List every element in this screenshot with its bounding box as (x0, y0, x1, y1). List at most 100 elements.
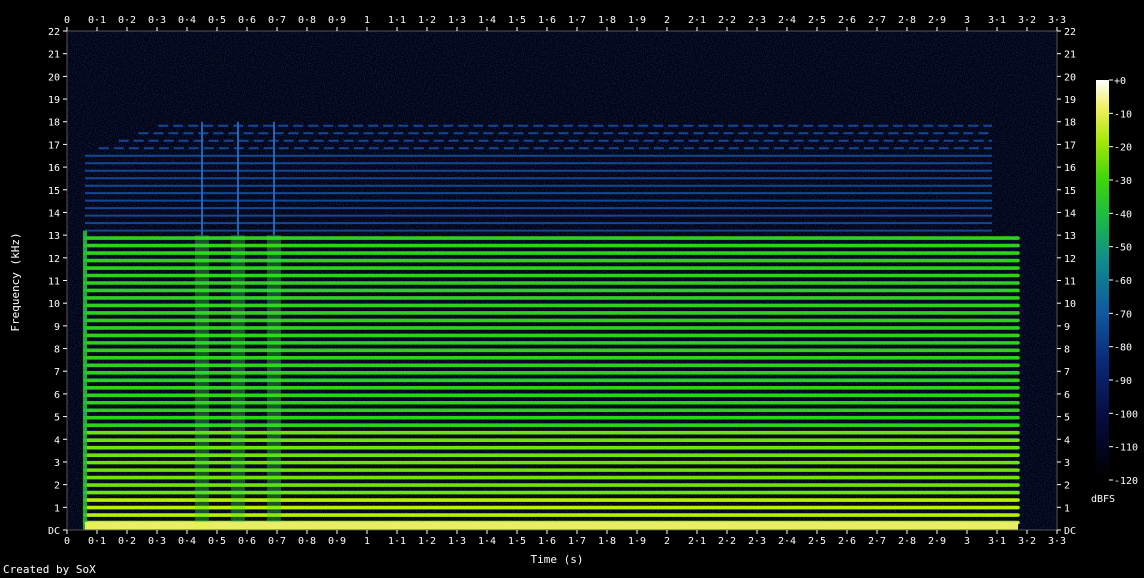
x-tick-label-bottom: 0·8 (298, 536, 316, 547)
x-tick-label-bottom: 1 (364, 536, 370, 547)
y-tick-label-left: 8 (54, 345, 60, 356)
x-tick-label-top: 2·5 (808, 15, 826, 26)
y-axis-left: DC12345678910111213141516171819202122 (48, 27, 67, 537)
y-tick-label-left: 13 (48, 231, 60, 242)
y-tick-label-left: 10 (48, 299, 60, 310)
x-tick-label-top: 0 (64, 15, 70, 26)
colorbar-tick-label: -110 (1114, 443, 1138, 454)
x-tick-label-top: 0·3 (148, 15, 166, 26)
y-tick-label-left: 11 (48, 277, 60, 288)
x-tick-label-top: 3 (964, 15, 970, 26)
x-tick-label-bottom: 2·5 (808, 536, 826, 547)
y-tick-label-right: 20 (1064, 72, 1076, 83)
x-tick-label-top: 0·5 (208, 15, 226, 26)
dc-band (85, 522, 1018, 530)
x-tick-label-bottom: 1·5 (508, 536, 526, 547)
x-tick-label-top: 1 (364, 15, 370, 26)
y-tick-label-left: 7 (54, 367, 60, 378)
y-tick-label-right: 16 (1064, 163, 1076, 174)
x-tick-label-top: 2·4 (778, 15, 796, 26)
x-tick-label-bottom: 0·7 (268, 536, 286, 547)
y-tick-label-left: 12 (48, 254, 60, 265)
y-tick-label-left: 19 (48, 95, 60, 106)
x-tick-label-top: 1·3 (448, 15, 466, 26)
x-tick-label-bottom: 0·5 (208, 536, 226, 547)
y-tick-label-left: 3 (54, 458, 60, 469)
y-tick-label-right: 15 (1064, 186, 1076, 197)
y-tick-label-left: 21 (48, 50, 60, 61)
x-tick-label-bottom: 0·4 (178, 536, 196, 547)
y-tick-label-right: 2 (1064, 481, 1070, 492)
colorbar-tick-label: -30 (1114, 176, 1132, 187)
y-tick-label-right: 1 (1064, 503, 1070, 514)
y-tick-label-right: 7 (1064, 367, 1070, 378)
x-axis-label: Time (s) (531, 553, 584, 566)
x-tick-label-top: 2·7 (868, 15, 886, 26)
x-tick-label-top: 0·2 (118, 15, 136, 26)
x-tick-label-bottom: 1·6 (538, 536, 556, 547)
y-tick-label-left: DC (48, 526, 60, 537)
x-axis-top: 0 0·1 0·2 0·3 0·4 0·5 0·6 0·7 0·8 0·9 1 1·1 1·2 1·3 1·… (64, 15, 1066, 31)
colorbar-tick-label: -80 (1114, 343, 1132, 354)
x-tick-label-top: 1·7 (568, 15, 586, 26)
y-tick-label-right: 4 (1064, 435, 1070, 446)
y-tick-label-left: 14 (48, 208, 60, 219)
x-tick-label-bottom: 3·2 (1018, 536, 1036, 547)
y-tick-label-left: 22 (48, 27, 60, 38)
x-tick-label-top: 1·5 (508, 15, 526, 26)
x-tick-label-top: 1·6 (538, 15, 556, 26)
x-tick-label-bottom: 2·4 (778, 536, 796, 547)
x-tick-label-top: 0·1 (88, 15, 106, 26)
colorbar-label: dBFS (1091, 494, 1115, 505)
x-tick-label-bottom: 3 (964, 536, 970, 547)
y-tick-label-right: 21 (1064, 50, 1076, 61)
x-tick-label-top: 0·8 (298, 15, 316, 26)
x-tick-label-top: 0·7 (268, 15, 286, 26)
y-axis-right: DC12345678910111213141516171819202122 (1057, 27, 1076, 537)
x-axis-bottom: 0 0·1 0·2 0·3 0·4 0·5 0·6 0·7 0·8 0·9 1 1·1 1·2 1·3 1·… (64, 530, 1066, 547)
x-tick-label-top: 2·3 (748, 15, 766, 26)
x-tick-label-top: 3·3 (1048, 15, 1066, 26)
credit-text: Created by SoX (3, 563, 96, 576)
y-tick-label-right: 18 (1064, 118, 1076, 129)
y-tick-label-right: 5 (1064, 413, 1070, 424)
colorbar-tick-label: -10 (1114, 109, 1132, 120)
onset-edge (83, 230, 87, 530)
x-tick-label-top: 2·8 (898, 15, 916, 26)
x-tick-label-bottom: 1·9 (628, 536, 646, 547)
x-tick-label-bottom: 0·3 (148, 536, 166, 547)
y-tick-label-right: DC (1064, 526, 1076, 537)
y-tick-label-left: 2 (54, 481, 60, 492)
colorbar-tick-label: -50 (1114, 243, 1132, 254)
colorbar-tick-label: -40 (1114, 209, 1132, 220)
x-tick-label-top: 0·6 (238, 15, 256, 26)
y-tick-label-left: 20 (48, 72, 60, 83)
colorbar-tick-label: +0 (1114, 76, 1126, 87)
x-tick-label-bottom: 2·8 (898, 536, 916, 547)
x-tick-label-bottom: 2·7 (868, 536, 886, 547)
x-tick-label-bottom: 1·1 (388, 536, 406, 547)
x-tick-label-bottom: 1·2 (418, 536, 436, 547)
colorbar-tick-label: -20 (1114, 143, 1132, 154)
x-tick-label-top: 1·8 (598, 15, 616, 26)
x-tick-label-bottom: 0·9 (328, 536, 346, 547)
spectrogram-chart: 0 0·1 0·2 0·3 0·4 0·5 0·6 0·7 0·8 0·9 1 1·1 1·2 1·3 1·… (9, 15, 1138, 566)
x-tick-label-bottom: 3·1 (988, 536, 1006, 547)
y-tick-label-left: 18 (48, 118, 60, 129)
y-tick-label-right: 9 (1064, 322, 1070, 333)
x-tick-label-bottom: 3·3 (1048, 536, 1066, 547)
y-axis-label: Frequency (kHz) (9, 232, 22, 331)
x-tick-label-top: 2 (664, 15, 670, 26)
colorbar (1096, 80, 1109, 480)
x-tick-label-bottom: 0 (64, 536, 70, 547)
y-tick-label-left: 17 (48, 140, 60, 151)
x-tick-label-bottom: 2·3 (748, 536, 766, 547)
y-tick-label-right: 12 (1064, 254, 1076, 265)
x-tick-label-bottom: 1·4 (478, 536, 496, 547)
transient-burst (195, 235, 209, 531)
y-tick-label-right: 14 (1064, 208, 1076, 219)
x-tick-label-bottom: 2·9 (928, 536, 946, 547)
x-tick-label-bottom: 0·2 (118, 536, 136, 547)
colorbar-tick-label: -100 (1114, 409, 1138, 420)
y-tick-label-left: 9 (54, 322, 60, 333)
